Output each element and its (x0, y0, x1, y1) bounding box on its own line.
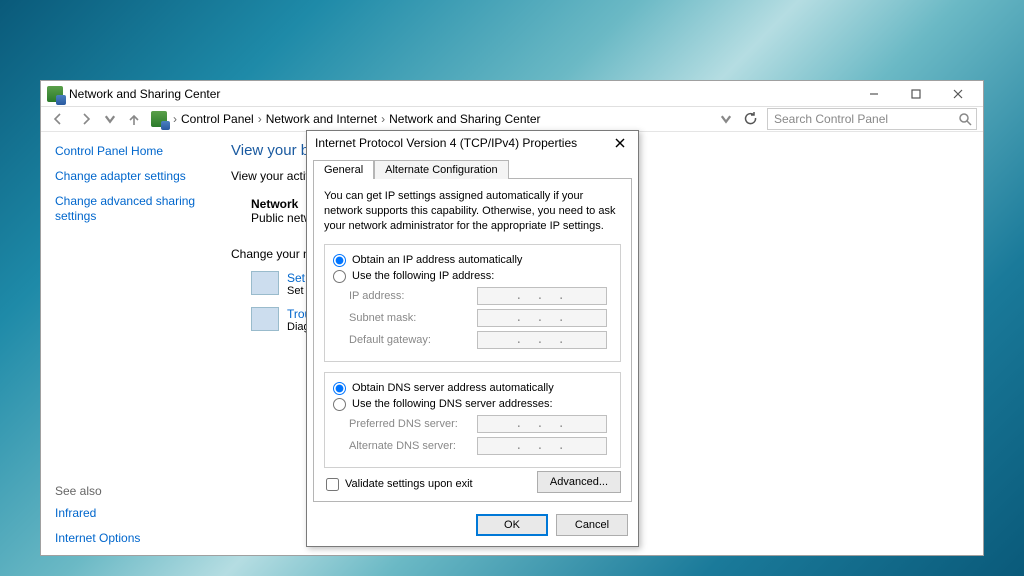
radio-ip-auto-label: Obtain an IP address automatically (352, 254, 522, 266)
search-input[interactable]: Search Control Panel (767, 108, 977, 130)
preferred-dns-label: Preferred DNS server: (349, 418, 477, 430)
advanced-button[interactable]: Advanced... (537, 471, 621, 493)
radio-dns-manual[interactable] (333, 398, 346, 411)
validate-checkbox[interactable] (326, 478, 339, 491)
location-dropdown[interactable] (719, 108, 733, 130)
tab-general[interactable]: General (313, 160, 374, 179)
breadcrumb-icon (151, 111, 167, 127)
radio-dns-auto-label: Obtain DNS server address automatically (352, 382, 554, 394)
forward-button[interactable] (75, 108, 97, 130)
dialog-tabs: General Alternate Configuration (307, 155, 638, 178)
ip-address-input: . . . (477, 287, 607, 305)
back-button[interactable] (47, 108, 69, 130)
minimize-button[interactable] (853, 81, 895, 107)
search-icon (958, 112, 972, 129)
sidebar-link-adapter[interactable]: Change adapter settings (55, 169, 201, 184)
subnet-mask-input: . . . (477, 309, 607, 327)
breadcrumb-item[interactable]: Network and Internet (266, 112, 377, 126)
breadcrumb-item[interactable]: Control Panel (181, 112, 254, 126)
sidebar-link-sharing[interactable]: Change advanced sharing settings (55, 194, 201, 224)
dialog-buttons: OK Cancel (307, 508, 638, 546)
breadcrumb-item[interactable]: Network and Sharing Center (389, 112, 540, 126)
cancel-button[interactable]: Cancel (556, 514, 628, 536)
up-button[interactable] (123, 108, 145, 130)
toolbar: › Control Panel › Network and Internet ›… (41, 107, 983, 132)
maximize-button[interactable] (895, 81, 937, 107)
radio-ip-auto[interactable] (333, 254, 346, 267)
dialog-close-button[interactable] (606, 133, 634, 153)
dialog-page: You can get IP settings assigned automat… (313, 178, 632, 502)
control-panel-icon (47, 86, 63, 102)
subnet-mask-label: Subnet mask: (349, 312, 477, 324)
radio-dns-auto[interactable] (333, 382, 346, 395)
window-title: Network and Sharing Center (69, 87, 220, 101)
sidebar: Control Panel Home Change adapter settin… (41, 132, 211, 555)
troubleshoot-icon (251, 307, 279, 331)
setup-connection-icon (251, 271, 279, 295)
see-also-internet-options[interactable]: Internet Options (55, 531, 201, 546)
dns-group: Obtain DNS server address automatically … (324, 372, 621, 468)
radio-ip-manual[interactable] (333, 270, 346, 283)
see-also-header: See also (55, 484, 201, 498)
refresh-button[interactable] (739, 108, 761, 130)
sidebar-home-link[interactable]: Control Panel Home (55, 144, 201, 159)
ip-group: Obtain an IP address automatically Use t… (324, 244, 621, 362)
radio-dns-manual-label: Use the following DNS server addresses: (352, 398, 553, 410)
alternate-dns-input: . . . (477, 437, 607, 455)
search-placeholder: Search Control Panel (774, 112, 888, 126)
validate-label: Validate settings upon exit (345, 478, 473, 490)
history-dropdown[interactable] (103, 108, 117, 130)
ok-button[interactable]: OK (476, 514, 548, 536)
dialog-title: Internet Protocol Version 4 (TCP/IPv4) P… (315, 136, 577, 150)
breadcrumb[interactable]: › Control Panel › Network and Internet ›… (173, 112, 541, 126)
close-button[interactable] (937, 81, 979, 107)
ip-address-label: IP address: (349, 290, 477, 302)
dialog-titlebar: Internet Protocol Version 4 (TCP/IPv4) P… (307, 131, 638, 155)
default-gateway-input: . . . (477, 331, 607, 349)
preferred-dns-input: . . . (477, 415, 607, 433)
alternate-dns-label: Alternate DNS server: (349, 440, 477, 452)
default-gateway-label: Default gateway: (349, 334, 477, 346)
tab-alternate-config[interactable]: Alternate Configuration (374, 160, 509, 179)
ipv4-properties-dialog: Internet Protocol Version 4 (TCP/IPv4) P… (306, 130, 639, 547)
window-titlebar: Network and Sharing Center (41, 81, 983, 107)
see-also-infrared[interactable]: Infrared (55, 506, 201, 521)
dialog-description: You can get IP settings assigned automat… (324, 189, 621, 234)
radio-ip-manual-label: Use the following IP address: (352, 270, 494, 282)
